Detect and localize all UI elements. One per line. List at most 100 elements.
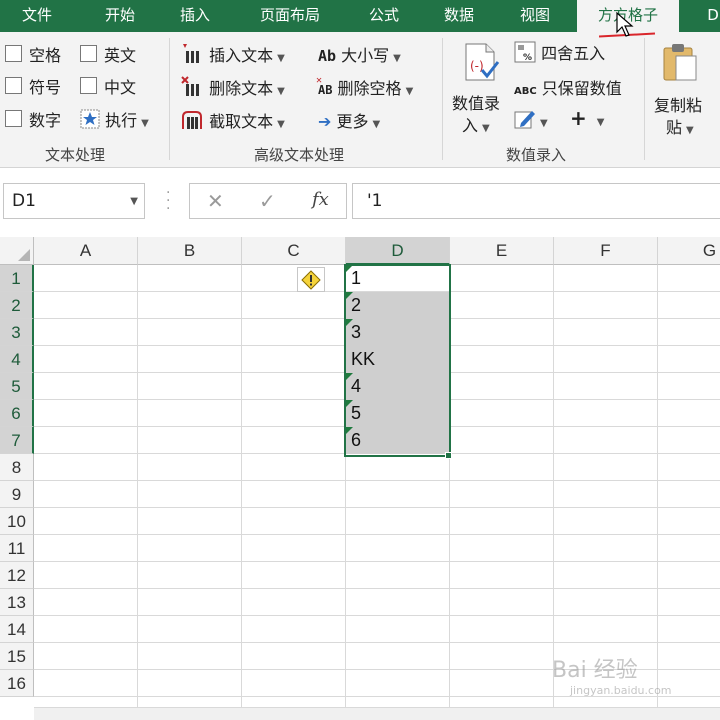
grid-line: [34, 480, 720, 481]
insert-function-icon[interactable]: fx: [312, 189, 329, 210]
checkbox-symbol[interactable]: [5, 77, 22, 94]
checkbox-english[interactable]: [80, 45, 97, 62]
grid-line: [34, 588, 720, 589]
copy-paste-button[interactable]: 复制粘 贴 ▼: [652, 40, 720, 140]
grid-line: [34, 642, 720, 643]
extract-text-button[interactable]: 截取文本 ▼: [180, 108, 285, 132]
chevron-down-icon[interactable]: ▼: [130, 196, 138, 207]
row-header-15[interactable]: 15: [0, 643, 34, 670]
delete-text-icon: [181, 76, 199, 96]
label-space: 空格: [29, 46, 62, 65]
enter-icon[interactable]: ✓: [259, 189, 276, 213]
numeric-input-label-line1: 数值录: [452, 94, 501, 113]
cancel-icon[interactable]: ✕: [207, 189, 224, 213]
checkbox-number[interactable]: [5, 110, 22, 127]
baidu-watermark: Bai 经验 jingyan.baidu.com: [552, 652, 672, 697]
row-header-6[interactable]: 6: [0, 400, 34, 427]
delete-space-button[interactable]: ✕ AB 删除空格 ▼: [316, 75, 414, 99]
execute-button[interactable]: 执行 ▼: [80, 107, 149, 131]
column-header-b[interactable]: B: [138, 237, 242, 265]
plus-button[interactable]: + ▼: [570, 106, 604, 130]
keep-values-label: 只保留数值: [541, 79, 622, 98]
formula-bar-grip[interactable]: · · ·: [166, 186, 170, 216]
chevron-down-icon: ▼: [405, 86, 414, 97]
column-header-d[interactable]: D: [346, 237, 450, 265]
case-button[interactable]: Ab 大小写 ▼: [318, 42, 401, 66]
ribbon: 空格 英文 符号 中文 数字 执行 ▼ 文本处理 插入文本 ▼ 删除文本 ▼ 截…: [0, 32, 720, 168]
tab-page-layout[interactable]: 页面布局: [244, 0, 336, 32]
chevron-down-icon: ▼: [277, 86, 285, 97]
chevron-down-icon: ▼: [393, 53, 401, 64]
chevron-down-icon: ▼: [596, 117, 605, 128]
error-warning-button[interactable]: [297, 267, 325, 292]
tab-view[interactable]: 视图: [506, 0, 564, 32]
row-header-10[interactable]: 10: [0, 508, 34, 535]
numeric-input-icon: (-): [465, 43, 500, 81]
column-header-f[interactable]: F: [554, 237, 658, 265]
copy-paste-label-line2: 贴 ▼: [666, 118, 694, 137]
tab-d-overflow[interactable]: D: [698, 0, 720, 32]
execute-label: 执行: [105, 111, 138, 130]
row-header-2[interactable]: 2: [0, 292, 34, 319]
formula-buttons: ✕ ✓ fx: [189, 183, 347, 219]
row-header-4[interactable]: 4: [0, 346, 34, 373]
grid-line: [34, 534, 720, 535]
edit-options-button[interactable]: ▼: [514, 108, 548, 130]
tab-file[interactable]: 文件: [6, 0, 68, 32]
numeric-input-button[interactable]: (-) 数值录 入 ▼: [452, 40, 508, 140]
column-header-e[interactable]: E: [450, 237, 554, 265]
tab-formulas[interactable]: 公式: [356, 0, 412, 32]
case-label: 大小写: [341, 46, 390, 65]
checkbox-chinese[interactable]: [80, 77, 97, 94]
tab-home[interactable]: 开始: [88, 0, 152, 32]
chevron-down-icon: ▼: [540, 118, 548, 129]
selection-border: [344, 264, 451, 457]
column-header-a[interactable]: A: [34, 237, 138, 265]
label-number: 数字: [29, 111, 62, 130]
ribbon-separator: [169, 38, 170, 160]
select-all-button[interactable]: [0, 237, 34, 265]
delete-text-button[interactable]: 删除文本 ▼: [180, 75, 285, 99]
insert-text-button[interactable]: 插入文本 ▼: [180, 42, 285, 66]
more-button[interactable]: ➔ 更多 ▼: [318, 108, 380, 132]
row-header-5[interactable]: 5: [0, 373, 34, 400]
column-header-c[interactable]: C: [242, 237, 346, 265]
checkbox-space[interactable]: [5, 45, 22, 62]
arrow-right-icon: ➔: [318, 112, 332, 131]
delete-text-label: 删除文本: [209, 79, 274, 98]
row-header-8[interactable]: 8: [0, 454, 34, 481]
tab-data[interactable]: 数据: [430, 0, 488, 32]
horizontal-scrollbar[interactable]: [34, 707, 720, 720]
fill-handle[interactable]: [445, 452, 452, 459]
formula-input-value: '1: [367, 191, 383, 211]
grid-line: [34, 507, 720, 508]
chevron-down-icon: ▼: [141, 118, 149, 129]
chevron-down-icon: ▼: [277, 53, 285, 64]
extract-text-label: 截取文本: [209, 112, 274, 131]
grid-line: [34, 561, 720, 562]
copy-paste-label-line1: 复制粘: [654, 96, 703, 115]
keep-values-button[interactable]: ABC 只保留数值: [514, 75, 622, 99]
row-header-14[interactable]: 14: [0, 616, 34, 643]
chevron-down-icon: ▼: [372, 119, 381, 130]
row-header-12[interactable]: 12: [0, 562, 34, 589]
tab-insert[interactable]: 插入: [164, 0, 226, 32]
row-header-11[interactable]: 11: [0, 535, 34, 562]
round-button[interactable]: % 四舍五入: [514, 40, 605, 64]
row-header-7[interactable]: 7: [0, 427, 34, 454]
group-label-numeric-input: 数值录入: [506, 146, 567, 164]
row-header-3[interactable]: 3: [0, 319, 34, 346]
column-header-g[interactable]: G: [658, 237, 720, 265]
row-header-9[interactable]: 9: [0, 481, 34, 508]
name-box[interactable]: D1 ▼: [3, 183, 145, 219]
row-header-13[interactable]: 13: [0, 589, 34, 616]
row-header-1[interactable]: 1: [0, 265, 34, 292]
edit-pencil-icon: [514, 111, 535, 129]
delete-space-icon: ✕ AB: [316, 75, 333, 97]
formula-input[interactable]: '1: [352, 183, 720, 219]
row-header-16[interactable]: 16: [0, 670, 34, 697]
insert-text-label: 插入文本: [209, 46, 274, 65]
execute-star-icon: [80, 109, 100, 129]
round-icon: %: [514, 41, 536, 63]
more-label: 更多: [336, 112, 369, 131]
